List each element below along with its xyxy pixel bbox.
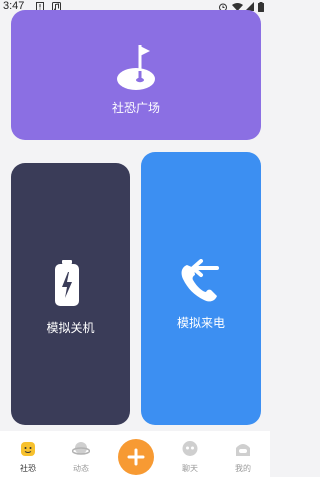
tab-wode[interactable]: 我的 xyxy=(223,431,263,477)
card-social-plaza[interactable]: 社恐广场 xyxy=(11,10,261,140)
tab-liaotian[interactable]: 聊天 xyxy=(170,431,210,477)
add-button[interactable] xyxy=(118,439,154,475)
emoji-icon xyxy=(21,442,35,456)
card-social-plaza-label: 社恐广场 xyxy=(111,101,160,115)
card-fake-call[interactable]: 模拟来电 xyxy=(141,152,261,425)
card-fake-shutdown[interactable]: 模拟关机 xyxy=(11,163,130,425)
planet-icon xyxy=(72,442,90,455)
profile-icon xyxy=(236,444,250,456)
tab-liaotian-label: 聊天 xyxy=(182,464,198,473)
incoming-call-icon xyxy=(181,259,219,302)
flag-icon xyxy=(117,45,155,90)
chat-bubble-icon xyxy=(182,441,198,456)
battery-icon xyxy=(55,260,79,306)
card-fake-shutdown-label: 模拟关机 xyxy=(46,321,95,335)
tab-dongtai-label: 动态 xyxy=(73,464,89,473)
tab-dongtai[interactable]: 动态 xyxy=(61,431,101,477)
tab-shekong[interactable]: 社恐 xyxy=(8,431,48,477)
tab-shekong-label: 社恐 xyxy=(20,464,36,473)
tab-wode-label: 我的 xyxy=(235,464,251,473)
battery-status-icon xyxy=(258,2,264,12)
plus-icon xyxy=(127,448,145,466)
card-fake-call-label: 模拟来电 xyxy=(176,316,225,330)
